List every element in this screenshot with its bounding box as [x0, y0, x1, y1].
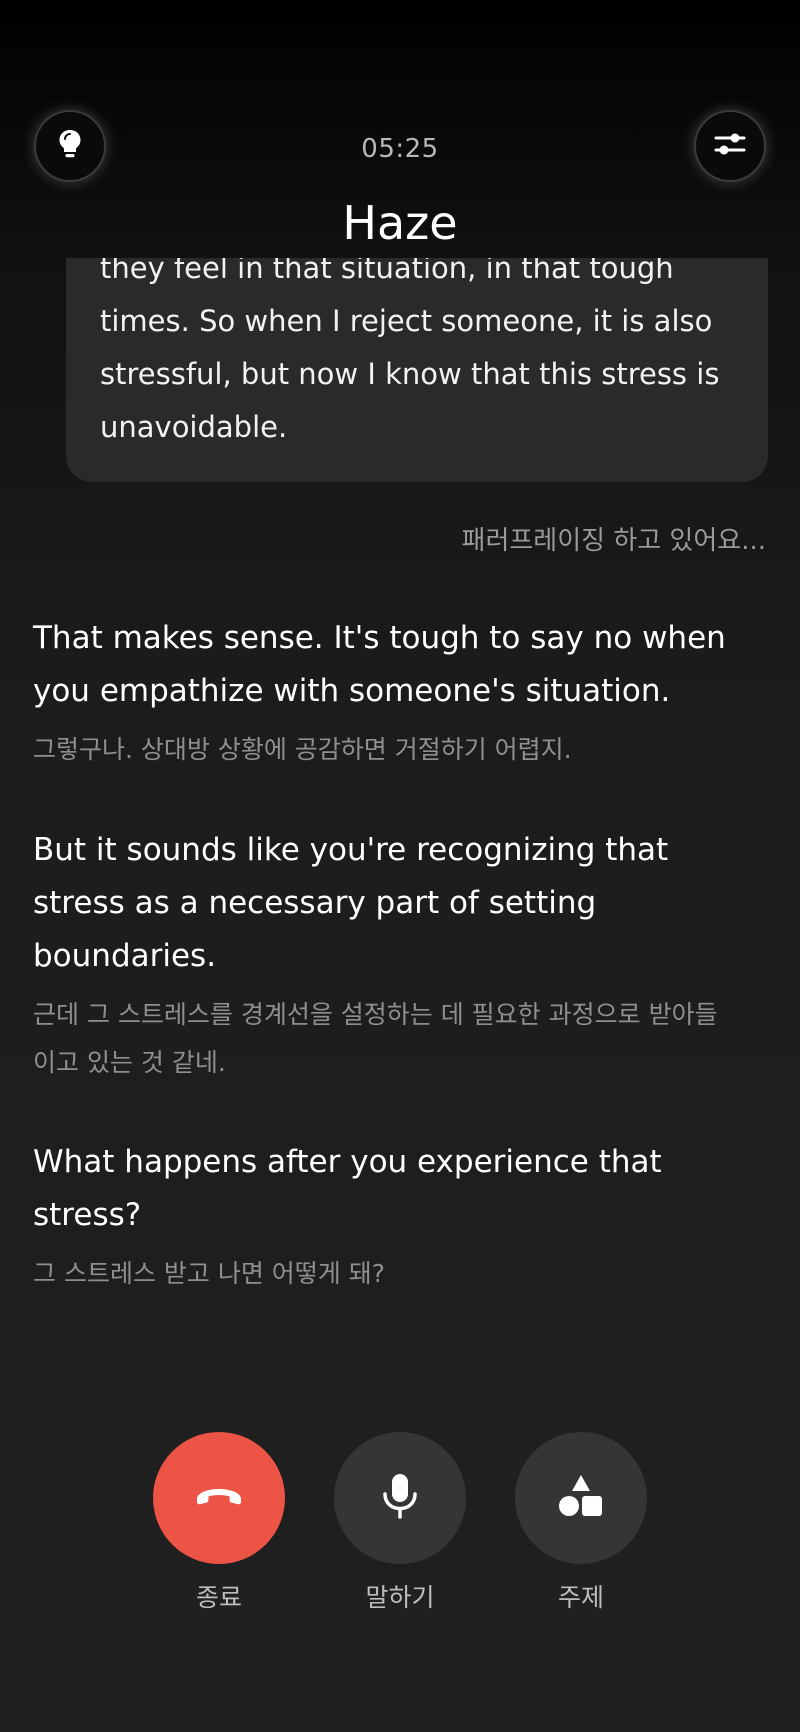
ai-message-korean: 그렇구나. 상대방 상황에 공감하면 거절하기 어렵지.: [33, 735, 572, 764]
end-call-label: 종료: [195, 1583, 242, 1612]
end-call-control: 종료: [153, 1432, 285, 1614]
ai-message-english: That makes sense. It's tough to say no w…: [33, 620, 726, 709]
ai-message: That makes sense. It's tough to say no w…: [33, 612, 733, 774]
sliders-icon: [713, 130, 747, 162]
hang-up-icon: [193, 1484, 245, 1512]
ai-message: What happens after you experience that s…: [33, 1136, 733, 1298]
partner-name: Haze: [342, 196, 458, 250]
topic-label: 주제: [557, 1583, 604, 1612]
microphone-icon: [380, 1473, 420, 1523]
speak-label: 말하기: [365, 1583, 435, 1612]
ai-message-english: What happens after you experience that s…: [33, 1144, 662, 1233]
ai-message-korean: 그 스트레스 받고 나면 어떻게 돼?: [33, 1259, 386, 1288]
ai-message-english: But it sounds like you're recognizing th…: [33, 832, 669, 974]
speak-control: 말하기: [334, 1432, 466, 1614]
topic-button[interactable]: [515, 1432, 647, 1564]
conversation-area[interactable]: they feel in that situation, in that tou…: [0, 258, 800, 1388]
speak-button[interactable]: [334, 1432, 466, 1564]
ai-message: But it sounds like you're recognizing th…: [33, 824, 733, 1087]
ai-message-korean: 근데 그 스트레스를 경계선을 설정하는 데 필요한 과정으로 받아들이고 있는…: [33, 1000, 718, 1077]
call-controls: 종료 말하기 주제: [0, 1432, 800, 1632]
call-screen: 05:25 Haze they feel in that situation, …: [0, 0, 800, 1732]
user-message-text: they feel in that situation, in that tou…: [100, 258, 720, 444]
user-message-bubble: they feel in that situation, in that tou…: [66, 258, 768, 482]
settings-button[interactable]: [694, 110, 766, 182]
topic-control: 주제: [515, 1432, 647, 1614]
end-call-button[interactable]: [153, 1432, 285, 1564]
paraphrasing-status: 패러프레이징 하고 있어요...: [461, 526, 766, 556]
call-timer: 05:25: [361, 134, 439, 164]
shapes-icon: [558, 1474, 604, 1522]
